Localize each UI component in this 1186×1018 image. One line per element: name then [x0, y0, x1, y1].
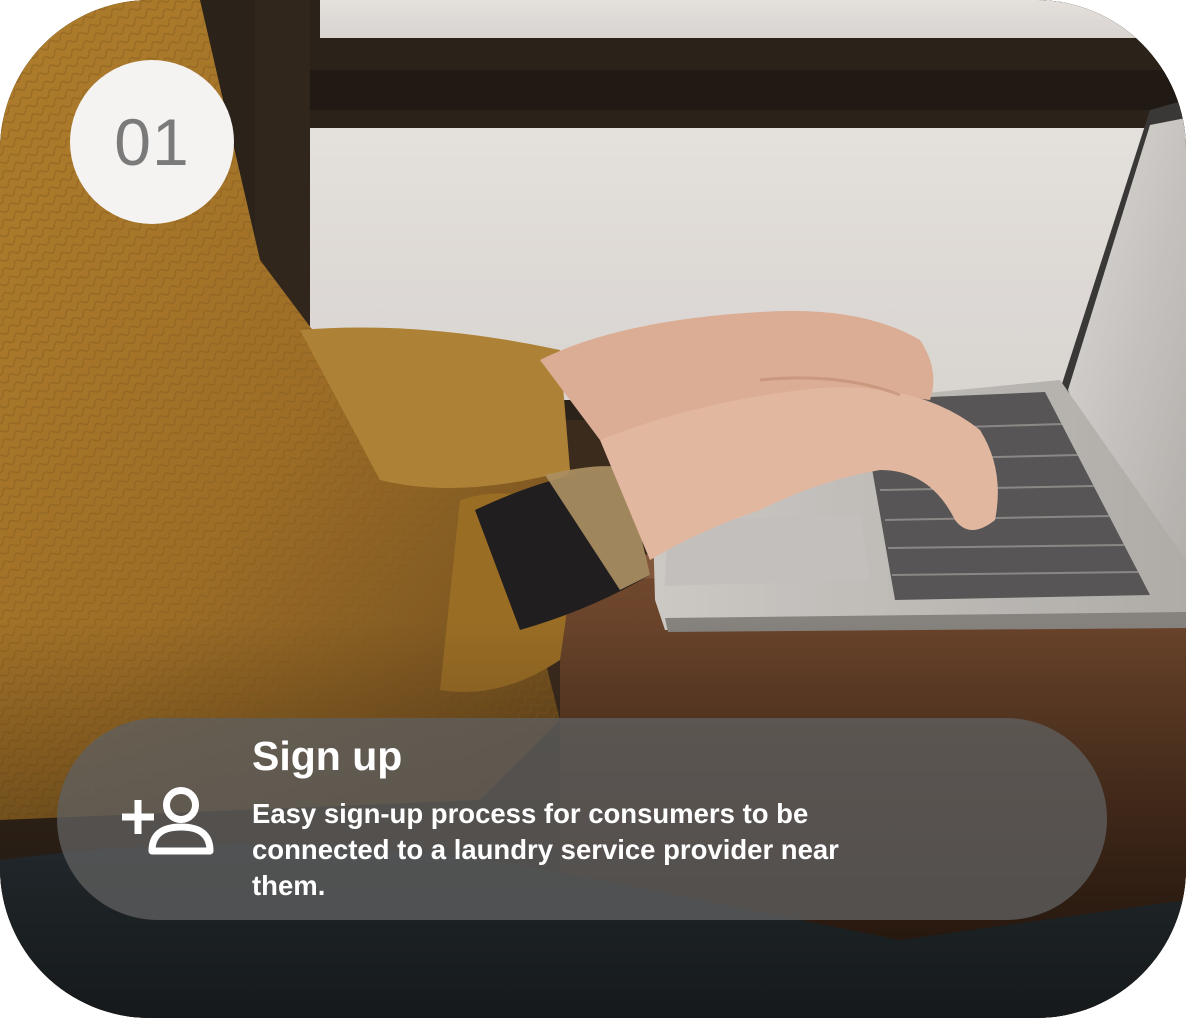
- feature-title: Sign up: [252, 733, 403, 779]
- feature-description: Easy sign-up process for consumers to be…: [252, 798, 839, 901]
- step-number-badge: 01: [70, 60, 234, 224]
- step-number: 01: [114, 105, 190, 179]
- feature-card: 01 Sign up Easy sign-up process for cons…: [0, 0, 1186, 1018]
- add-user-icon: [122, 787, 214, 855]
